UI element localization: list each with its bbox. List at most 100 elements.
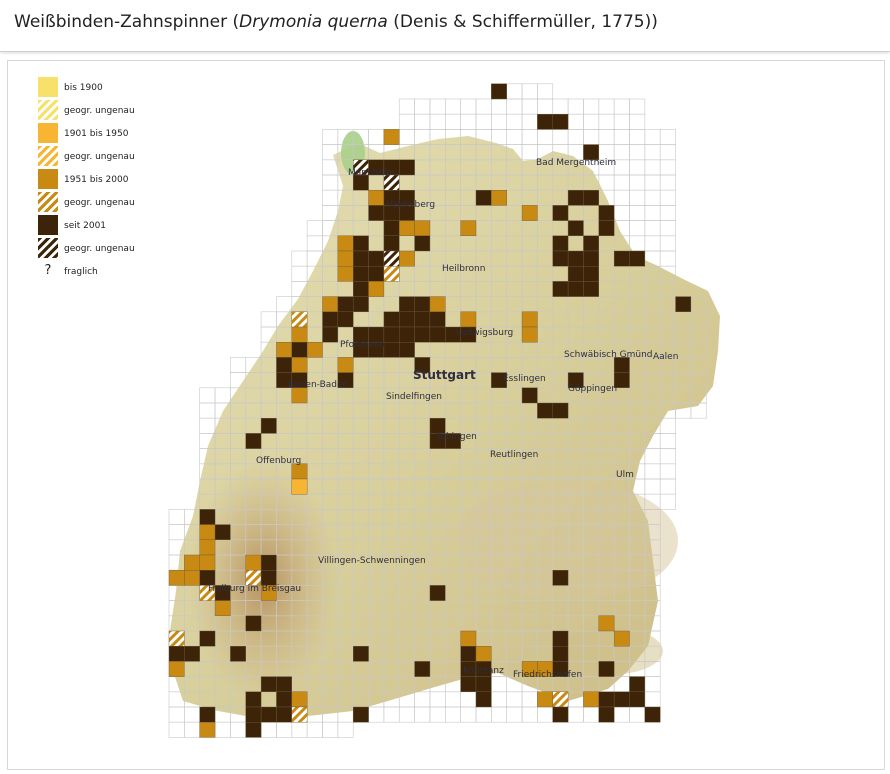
occurrence-cell[interactable] (245, 706, 262, 723)
occurrence-cell[interactable] (598, 691, 615, 708)
occurrence-cell[interactable] (260, 418, 277, 434)
occurrence-cell[interactable] (552, 281, 569, 297)
occurrence-cell[interactable] (291, 691, 308, 708)
occurrence-cell[interactable] (414, 311, 431, 328)
occurrence-cell[interactable] (491, 83, 507, 100)
occurrence-cell[interactable] (583, 189, 600, 206)
occurrence-cell[interactable] (199, 524, 216, 541)
occurrence-cell[interactable] (567, 220, 584, 237)
occurrence-cell[interactable] (245, 433, 262, 449)
occurrence-cell[interactable] (184, 646, 200, 662)
occurrence-cell[interactable] (583, 235, 600, 252)
occurrence-cell[interactable] (368, 250, 385, 267)
occurrence-cell[interactable] (291, 311, 308, 328)
occurrence-cell[interactable] (521, 326, 538, 343)
occurrence-cell[interactable] (168, 661, 185, 677)
occurrence-cell[interactable] (429, 585, 446, 601)
occurrence-cell[interactable] (353, 250, 369, 267)
occurrence-cell[interactable] (460, 676, 477, 692)
occurrence-cell[interactable] (230, 646, 246, 662)
occurrence-cell[interactable] (429, 296, 446, 313)
occurrence-cell[interactable] (613, 691, 630, 708)
occurrence-cell[interactable] (552, 691, 569, 708)
occurrence-cell[interactable] (567, 250, 584, 267)
occurrence-cell[interactable] (399, 220, 415, 237)
occurrence-cell[interactable] (567, 265, 584, 282)
occurrence-cell[interactable] (583, 265, 600, 282)
occurrence-cell[interactable] (199, 722, 216, 738)
occurrence-cell[interactable] (675, 296, 692, 313)
occurrence-cell[interactable] (214, 524, 231, 541)
occurrence-cell[interactable] (214, 600, 231, 616)
occurrence-cell[interactable] (414, 220, 431, 237)
occurrence-cell[interactable] (475, 676, 492, 692)
occurrence-cell[interactable] (460, 311, 477, 328)
occurrence-cell[interactable] (368, 189, 385, 206)
occurrence-cell[interactable] (306, 342, 323, 358)
occurrence-cell[interactable] (552, 646, 569, 662)
occurrence-cell[interactable] (368, 265, 385, 282)
occurrence-cell[interactable] (168, 630, 185, 647)
occurrence-cell[interactable] (168, 646, 185, 662)
occurrence-cell[interactable] (291, 342, 308, 358)
occurrence-cell[interactable] (291, 463, 308, 480)
occurrence-cell[interactable] (322, 311, 339, 328)
occurrence-cell[interactable] (583, 691, 600, 708)
occurrence-cell[interactable] (276, 357, 293, 373)
occurrence-cell[interactable] (629, 250, 646, 267)
occurrence-cell[interactable] (598, 661, 615, 677)
occurrence-cell[interactable] (353, 265, 369, 282)
occurrence-cell[interactable] (276, 676, 293, 692)
occurrence-cell[interactable] (552, 570, 569, 586)
occurrence-cell[interactable] (521, 311, 538, 328)
occurrence-cell[interactable] (260, 554, 277, 571)
occurrence-cell[interactable] (383, 342, 400, 358)
occurrence-cell[interactable] (552, 114, 569, 130)
occurrence-cell[interactable] (184, 570, 200, 586)
occurrence-cell[interactable] (353, 296, 369, 313)
occurrence-cell[interactable] (199, 554, 216, 571)
occurrence-cell[interactable] (629, 691, 646, 708)
occurrence-cell[interactable] (429, 311, 446, 328)
occurrence-cell[interactable] (383, 326, 400, 343)
occurrence-cell[interactable] (552, 235, 569, 252)
occurrence-cell[interactable] (399, 159, 415, 176)
occurrence-cell[interactable] (337, 235, 354, 252)
occurrence-cell[interactable] (552, 630, 569, 647)
occurrence-cell[interactable] (199, 509, 216, 525)
occurrence-cell[interactable] (629, 676, 646, 692)
occurrence-cell[interactable] (353, 706, 369, 723)
occurrence-cell[interactable] (353, 281, 369, 297)
occurrence-cell[interactable] (337, 357, 354, 373)
occurrence-cell[interactable] (613, 250, 630, 267)
occurrence-cell[interactable] (414, 661, 431, 677)
occurrence-cell[interactable] (475, 189, 492, 206)
occurrence-cell[interactable] (291, 706, 308, 723)
occurrence-cell[interactable] (353, 235, 369, 252)
occurrence-cell[interactable] (414, 326, 431, 343)
occurrence-cell[interactable] (291, 357, 308, 373)
occurrence-cell[interactable] (475, 691, 492, 708)
occurrence-cell[interactable] (383, 220, 400, 237)
occurrence-cell[interactable] (276, 342, 293, 358)
occurrence-cell[interactable] (383, 311, 400, 328)
occurrence-cell[interactable] (460, 630, 477, 647)
occurrence-cell[interactable] (414, 296, 431, 313)
occurrence-cell[interactable] (537, 114, 553, 130)
occurrence-cell[interactable] (644, 706, 661, 723)
occurrence-cell[interactable] (414, 235, 431, 252)
occurrence-cell[interactable] (276, 706, 293, 723)
occurrence-cell[interactable] (537, 691, 553, 708)
occurrence-cell[interactable] (567, 281, 584, 297)
occurrence-cell[interactable] (537, 402, 553, 419)
occurrence-cell[interactable] (598, 205, 615, 221)
occurrence-cell[interactable] (429, 326, 446, 343)
occurrence-cell[interactable] (491, 189, 507, 206)
occurrence-cell[interactable] (460, 220, 477, 237)
occurrence-cell[interactable] (337, 296, 354, 313)
occurrence-cell[interactable] (245, 554, 262, 571)
occurrence-cell[interactable] (337, 311, 354, 328)
occurrence-cell[interactable] (583, 250, 600, 267)
occurrence-cell[interactable] (337, 250, 354, 267)
occurrence-cell[interactable] (399, 296, 415, 313)
